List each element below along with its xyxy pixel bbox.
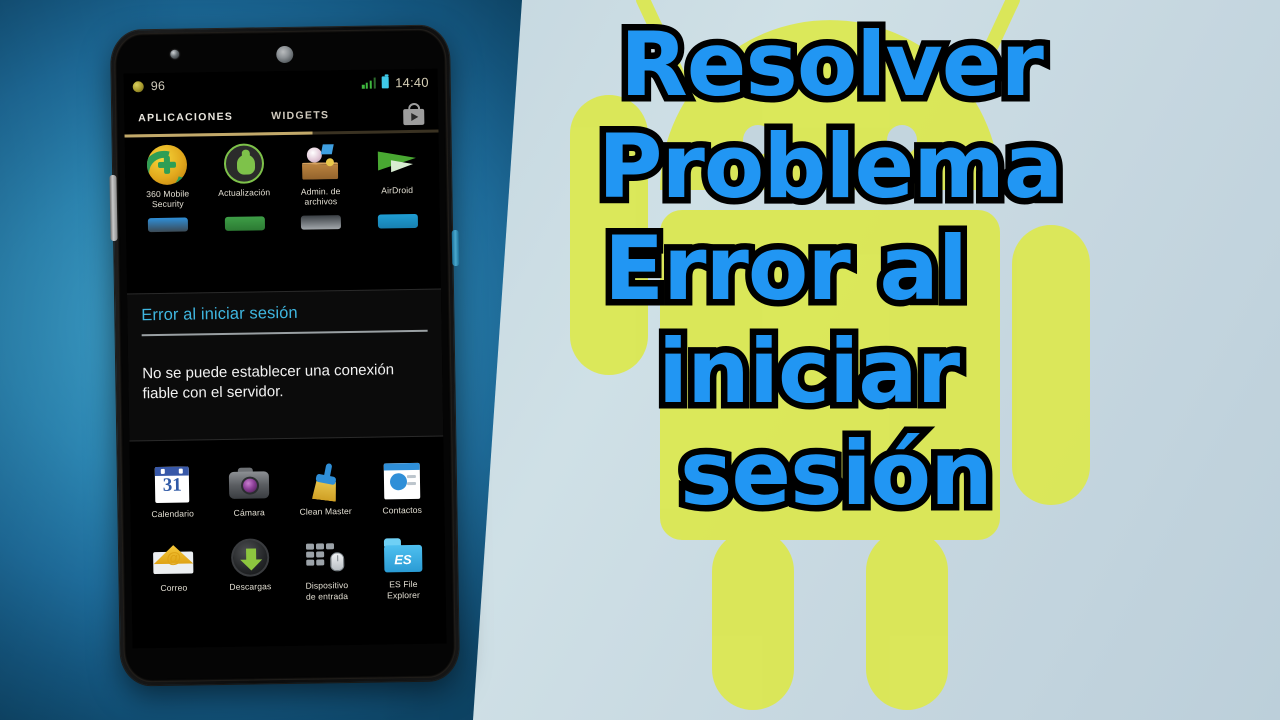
phone-device: 96 14:40 APLICACIONES WIDGETS 360 Mobile… xyxy=(110,25,460,686)
dark-app-icon xyxy=(301,214,342,230)
screenshot-canvas: 96 14:40 APLICACIONES WIDGETS 360 Mobile… xyxy=(0,0,1280,720)
error-dialog-title: Error al iniciar sesión xyxy=(141,303,298,325)
app-label-line1: AirDroid xyxy=(381,184,414,196)
title-line-5: sesión xyxy=(674,421,1000,525)
android-update-icon xyxy=(223,143,265,184)
phone-top-bezel xyxy=(114,28,447,73)
phone-body: 96 14:40 APLICACIONES WIDGETS 360 Mobile… xyxy=(113,28,457,683)
camera-icon xyxy=(228,463,269,504)
es-glyph: ES xyxy=(394,552,412,568)
front-camera-icon xyxy=(170,49,180,59)
mail-icon: @ xyxy=(153,539,194,580)
es-file-explorer-icon: ES xyxy=(383,535,424,576)
error-dialog-message: No se puede establecer una conexión fiab… xyxy=(142,361,395,402)
app-label-line1: 360 Mobile xyxy=(146,188,190,200)
app-row-2: 31 Calendario Cámara Clean Master Contac… xyxy=(134,461,441,520)
app-label-line1: Contactos xyxy=(382,504,423,516)
green-app-icon xyxy=(224,215,265,231)
status-bar-left: 96 xyxy=(132,78,166,94)
app-label-line2: archivos xyxy=(304,196,338,207)
app-admin-archivos[interactable]: Admin. de archivos xyxy=(282,142,360,208)
app-clean-master[interactable]: Clean Master xyxy=(287,462,364,518)
app-contactos[interactable]: Contactos xyxy=(363,461,440,517)
app-descargas[interactable]: Descargas xyxy=(211,537,289,603)
signal-icon xyxy=(361,77,377,89)
app-label-line1: Correo xyxy=(160,582,188,594)
app-label-line1: Dispositivo xyxy=(305,580,349,592)
app-label-line1: Descargas xyxy=(229,581,272,593)
calendar-icon: 31 xyxy=(152,464,193,505)
app-partial-4[interactable] xyxy=(359,213,436,229)
wifi-icon xyxy=(342,77,356,88)
paper-plane-icon xyxy=(376,141,417,182)
app-camara[interactable]: Cámara xyxy=(210,463,287,519)
app-label-line2: Security xyxy=(151,198,184,210)
app-label-line1: Cámara xyxy=(233,507,265,518)
input-device-icon xyxy=(306,536,347,577)
tab-aplicaciones[interactable]: APLICACIONES xyxy=(138,111,233,124)
app-notification-icon xyxy=(132,80,144,92)
app-label-line1: Calendario xyxy=(151,508,195,520)
app-row-partial xyxy=(130,213,436,232)
status-bar-right: 14:40 xyxy=(342,74,429,90)
notification-count: 96 xyxy=(150,78,166,94)
app-label-line2: Explorer xyxy=(387,589,421,601)
app-drawer-tabbar: APLICACIONES WIDGETS xyxy=(124,95,439,138)
app-row-1: 360 Mobile Security Actualización Admin.… xyxy=(129,141,436,210)
app-partial-1[interactable] xyxy=(130,217,207,232)
phone-screen: 96 14:40 APLICACIONES WIDGETS 360 Mobile… xyxy=(123,68,447,649)
app-correo[interactable]: @ Correo xyxy=(135,538,213,604)
earpiece-speaker-icon xyxy=(276,45,294,64)
app-360-mobile-security[interactable]: 360 Mobile Security xyxy=(129,144,207,210)
app-airdroid[interactable]: AirDroid xyxy=(358,141,436,207)
download-icon xyxy=(230,538,271,579)
app-partial-3[interactable] xyxy=(283,214,360,230)
app-label-line1: Clean Master xyxy=(299,505,352,517)
title-line-2: Problema xyxy=(592,115,1070,219)
app-actualizacion[interactable]: Actualización xyxy=(205,143,283,209)
title-line-3: Error al xyxy=(598,217,975,321)
tab-widgets[interactable]: WIDGETS xyxy=(271,109,329,122)
broom-icon xyxy=(305,462,346,503)
app-calendario[interactable]: 31 Calendario xyxy=(134,464,211,520)
title-line-1: Resolver xyxy=(614,13,1051,116)
contacts-icon xyxy=(381,461,422,502)
app-drawer-grid-lower: 31 Calendario Cámara Clean Master Contac… xyxy=(129,447,445,605)
error-dialog-divider xyxy=(141,329,428,337)
app-dispositivo-entrada[interactable]: Dispositivo de entrada xyxy=(288,536,366,602)
shield-plus-icon xyxy=(146,144,188,186)
app-es-file-explorer[interactable]: ES ES File Explorer xyxy=(364,535,442,601)
power-button[interactable] xyxy=(451,229,460,267)
app-partial-2[interactable] xyxy=(206,215,283,231)
overlay-title: Resolver Problema Error al iniciar sesió… xyxy=(592,13,1220,533)
app-label-line1: ES File xyxy=(389,579,418,590)
volume-button[interactable] xyxy=(109,174,118,242)
app-label-line1: Admin. de xyxy=(300,186,341,197)
play-store-bag-icon[interactable] xyxy=(403,102,425,126)
app-row-3: @ Correo Descargas Dispositivo de entrad… xyxy=(135,535,442,604)
blue-app-icon xyxy=(148,217,189,232)
battery-icon xyxy=(382,76,390,89)
title-line-4: iniciar xyxy=(652,319,967,423)
app-label-line2: de entrada xyxy=(305,590,349,602)
app-drawer-grid: 360 Mobile Security Actualización Admin.… xyxy=(125,133,440,233)
file-manager-icon xyxy=(300,142,341,183)
status-bar-clock: 14:40 xyxy=(395,74,429,90)
app-label-line1: Actualización xyxy=(218,187,271,199)
calendar-day: 31 xyxy=(162,474,182,496)
cyan-app-icon xyxy=(377,213,418,229)
error-dialog: Error al iniciar sesión No se puede esta… xyxy=(127,288,444,442)
